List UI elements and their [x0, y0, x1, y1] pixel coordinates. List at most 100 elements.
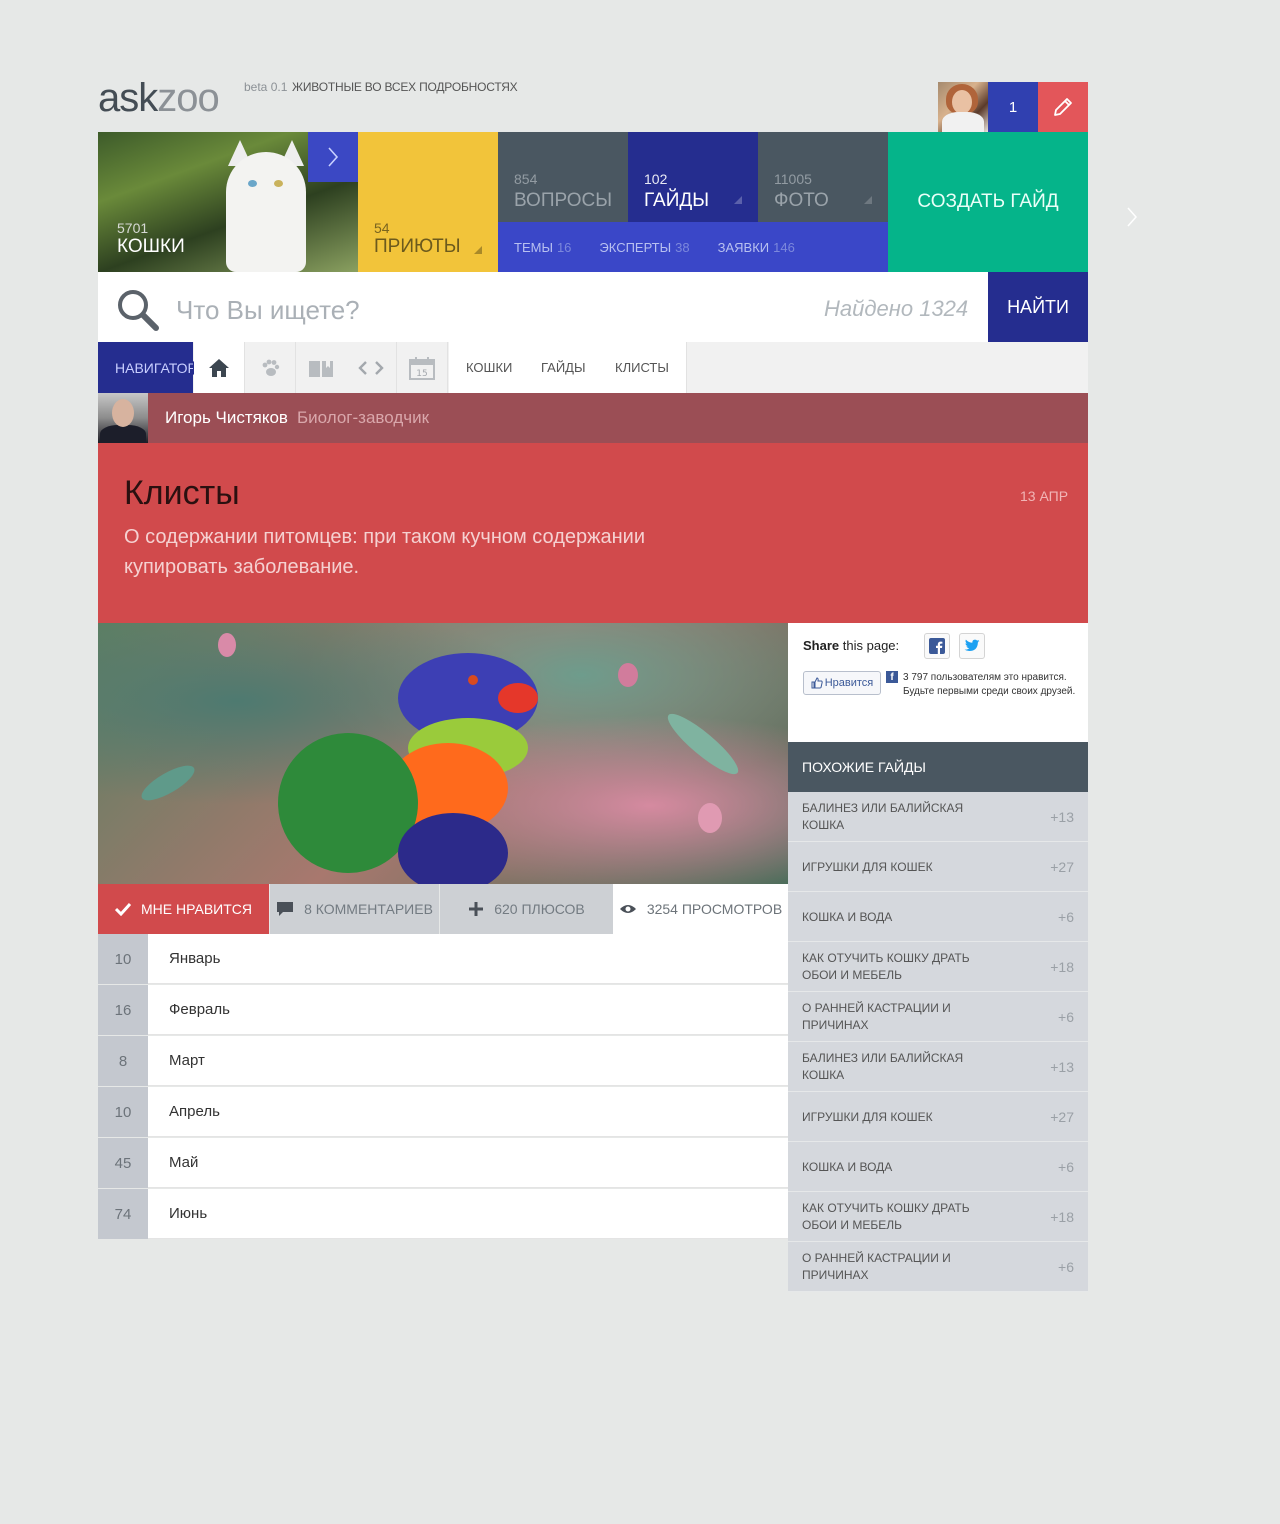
thumbs-up-icon [811, 677, 823, 689]
list-item[interactable]: 45 Май [98, 1138, 788, 1188]
tile-guides-count: 102 [644, 171, 668, 187]
tile-photos-label: ФОТО [774, 190, 829, 211]
list-item-number: 16 [98, 985, 148, 1035]
list-item-label: Апрель [169, 1103, 220, 1120]
calendar-icon: 15 [409, 356, 435, 380]
nav-calendar[interactable]: 15 [397, 342, 448, 393]
sub-item-topics[interactable]: ТЕМЫ 16 [514, 240, 571, 255]
similar-guide-count: +6 [1058, 1259, 1074, 1275]
list-item-label: Январь [169, 950, 221, 967]
list-item[interactable]: 8 Март [98, 1036, 788, 1086]
similar-guide-item[interactable]: ИГРУШКИ ДЛЯ КОШЕК +27 [788, 1092, 1088, 1142]
breadcrumb-klisty[interactable]: КЛИСТЫ [598, 342, 687, 393]
share-label: Share this page: [803, 638, 900, 653]
eye-icon [619, 905, 636, 913]
tile-shelters-label: ПРИЮТЫ [374, 236, 461, 257]
corner-triangle-icon [864, 196, 872, 204]
author-avatar[interactable] [98, 393, 148, 443]
similar-guide-title: О РАННЕЙ КАСТРАЦИИ И ПРИЧИНАХ [802, 1251, 951, 1282]
search-icon [116, 288, 160, 337]
nav-guides[interactable] [296, 342, 347, 393]
nav-pets[interactable] [245, 342, 296, 393]
similar-guide-count: +13 [1050, 1059, 1074, 1075]
plus-icon [469, 902, 484, 916]
similar-guide-item[interactable]: КОШКА И ВОДА +6 [788, 892, 1088, 942]
breadcrumb-cats[interactable]: КОШКИ [449, 342, 531, 393]
tile-questions[interactable]: 854 ВОПРОСЫ [498, 132, 628, 222]
similar-guide-item[interactable]: БАЛИНЕЗ ИЛИ БАЛИЙСКАЯ КОШКА +13 [788, 792, 1088, 842]
user-avatar[interactable] [938, 82, 988, 132]
similar-guide-item[interactable]: КАК ОТУЧИТЬ КОШКУ ДРАТЬ ОБОИ И МЕБЕЛЬ +18 [788, 1192, 1088, 1242]
chevron-right-icon [328, 147, 339, 167]
site-logo[interactable]: askzoo [98, 76, 220, 120]
similar-guide-count: +6 [1058, 1009, 1074, 1025]
facebook-share-button[interactable] [924, 633, 950, 659]
notifications-counter[interactable]: 1 [988, 82, 1038, 132]
list-item-number: 10 [98, 934, 148, 984]
sub-item-requests[interactable]: ЗАЯВКИ 146 [718, 240, 795, 255]
similar-guides-title: ПОХОЖИЕ ГАЙДЫ [788, 742, 1088, 792]
tile-guides[interactable]: 102 ГАЙДЫ [628, 132, 758, 222]
tile-photos[interactable]: 11005 ФОТО [758, 132, 888, 222]
tile-cats-label: КОШКИ [117, 236, 185, 257]
code-icon [358, 360, 384, 375]
paw-icon [262, 359, 280, 376]
similar-guide-item[interactable]: О РАННЕЙ КАСТРАЦИИ И ПРИЧИНАХ +6 [788, 992, 1088, 1042]
facebook-icon [929, 638, 945, 654]
svg-text:15: 15 [416, 369, 427, 379]
article-subtitle: О содержании питомцев: при таком кучном … [124, 526, 646, 578]
create-guide-button[interactable]: СОЗДАТЬ ГАЙД [888, 132, 1088, 272]
similar-guide-item[interactable]: КОШКА И ВОДА +6 [788, 1142, 1088, 1192]
article-title: Клисты [124, 474, 240, 512]
tile-shelters-count: 54 [374, 220, 390, 236]
facebook-icon: f [886, 671, 898, 683]
tile-shelters[interactable]: 54 ПРИЮТЫ [358, 132, 498, 272]
list-item[interactable]: 16 Февраль [98, 985, 788, 1035]
navigator-label: НАВИГАТОР [98, 342, 201, 393]
nav-code[interactable] [346, 342, 397, 393]
list-item-label: Июнь [169, 1205, 208, 1222]
nav-home[interactable] [194, 342, 245, 393]
check-icon [114, 902, 131, 916]
similar-guide-item[interactable]: БАЛИНЕЗ ИЛИ БАЛИЙСКАЯ КОШКА +13 [788, 1042, 1088, 1092]
list-item-label: Май [169, 1154, 199, 1171]
views-counter: 3254 ПРОСМОТРОВ [613, 884, 788, 934]
list-item-number: 74 [98, 1189, 148, 1239]
list-item[interactable]: 74 Июнь [98, 1189, 788, 1239]
list-item-label: Март [169, 1052, 205, 1069]
author-name[interactable]: Игорь Чистяков [165, 408, 288, 428]
plus-button[interactable]: 620 ПЛЮСОВ [440, 884, 613, 934]
tiles-next-button[interactable] [308, 132, 358, 182]
corner-triangle-icon [734, 196, 742, 204]
similar-guide-count: +13 [1050, 809, 1074, 825]
list-item[interactable]: 10 Январь [98, 934, 788, 984]
similar-guide-count: +6 [1058, 1159, 1074, 1175]
sub-navigation: ТЕМЫ 16 ЭКСПЕРТЫ 38 ЗАЯВКИ 146 [498, 222, 888, 272]
search-input[interactable] [176, 290, 796, 330]
tile-photos-count: 11005 [774, 171, 812, 187]
facebook-like-text: 3 797 пользователям это нравится. Будьте… [903, 672, 1076, 697]
similar-guide-item[interactable]: ИГРУШКИ ДЛЯ КОШЕК +27 [788, 842, 1088, 892]
similar-guide-title: ИГРУШКИ ДЛЯ КОШЕК [802, 859, 933, 874]
similar-guide-item[interactable]: КАК ОТУЧИТЬ КОШКУ ДРАТЬ ОБОИ И МЕБЕЛЬ +18 [788, 942, 1088, 992]
twitter-share-button[interactable] [959, 633, 985, 659]
facebook-like-button[interactable]: Нравится [803, 671, 881, 695]
similar-guide-title: БАЛИНЕЗ ИЛИ БАЛИЙСКАЯ КОШКА [802, 801, 964, 832]
similar-guide-title: КОШКА И ВОДА [802, 1159, 893, 1174]
pencil-icon [1054, 98, 1072, 116]
edit-button[interactable] [1038, 82, 1088, 132]
comments-button[interactable]: 8 КОММЕНТАРИЕВ [270, 884, 439, 934]
list-item[interactable]: 10 Апрель [98, 1087, 788, 1137]
similar-guide-count: +27 [1050, 859, 1074, 875]
article-image [98, 623, 788, 884]
list-item-number: 10 [98, 1087, 148, 1137]
sub-item-experts[interactable]: ЭКСПЕРТЫ 38 [599, 240, 689, 255]
tagline: ЖИВОТНЫЕ ВО ВСЕХ ПОДРОБНОСТЯХ [292, 80, 518, 94]
like-button[interactable]: МНЕ НРАВИТСЯ [98, 884, 269, 934]
search-button[interactable]: НАЙТИ [988, 272, 1088, 342]
similar-guide-item[interactable]: О РАННЕЙ КАСТРАЦИИ И ПРИЧИНАХ +6 [788, 1242, 1088, 1292]
author-role: Биолог-заводчик [297, 408, 430, 427]
breadcrumb-guides[interactable]: ГАЙДЫ [524, 342, 604, 393]
carousel-next-button[interactable] [1126, 206, 1138, 233]
found-count: Найдено 1324 [824, 296, 969, 321]
